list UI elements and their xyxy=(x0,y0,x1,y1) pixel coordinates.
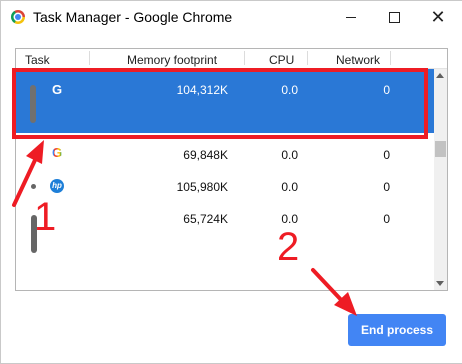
annotation-number-1: 1 xyxy=(34,195,57,239)
annotation-arrow-1-head xyxy=(26,140,44,164)
annotation-arrows xyxy=(12,140,357,316)
annotation-number-2: 2 xyxy=(277,225,300,269)
annotation-arrow-2-line xyxy=(311,268,347,306)
annotation-arrow-1-line xyxy=(12,156,38,207)
